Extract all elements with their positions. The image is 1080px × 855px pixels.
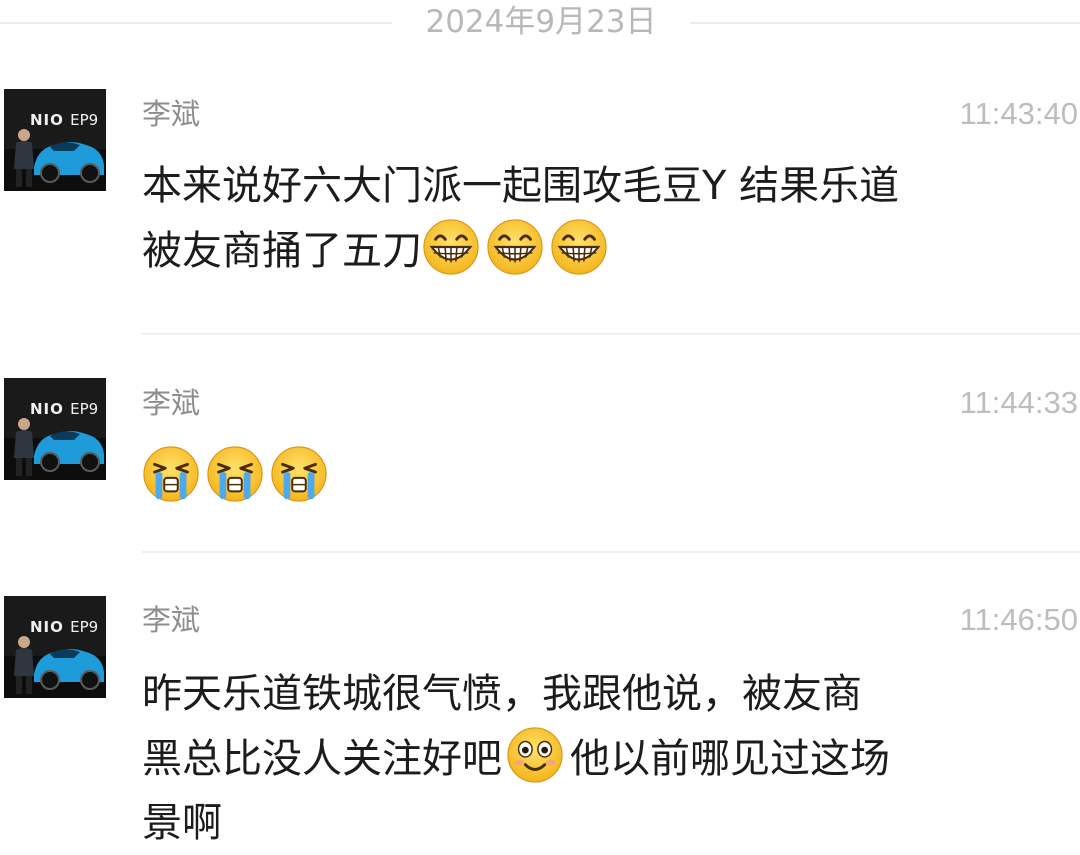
avatar-brand: NIO EP9 — [30, 400, 99, 418]
sender-name: 李斌 — [142, 603, 201, 637]
message-text: 昨天乐道铁城很气愤，我跟他说，被友商 黑总比没人关注好吧 他以前哪见过这场 景啊 — [142, 662, 1080, 855]
message-text — [142, 445, 1080, 510]
message-line: 昨天乐道铁城很气愤，我跟他说，被友商 — [142, 671, 862, 717]
date-label: 2024年9月23日 — [425, 4, 657, 40]
divider-line-left — [0, 22, 392, 24]
message-text: 本来说好六大门派一起围攻毛豆Y 结果乐道 被友商捅了五刀 — [142, 154, 1080, 283]
avatar-image — [4, 378, 106, 480]
message-line: 被友商捅了五刀 — [142, 218, 1080, 283]
grin-icon — [550, 218, 608, 276]
divider-line-right — [690, 22, 1080, 24]
avatar[interactable]: NIO EP9 — [4, 89, 106, 191]
message-line: 黑总比没人关注好吧 他以前哪见过这场 — [142, 726, 1080, 791]
sender-name: 李斌 — [142, 386, 201, 420]
sender-name: 李斌 — [142, 97, 201, 131]
message-line: 景啊 — [142, 800, 222, 846]
message-timestamp: 11:46:50 — [959, 602, 1078, 637]
avatar-brand: NIO EP9 — [30, 111, 99, 129]
avatar-image — [4, 89, 106, 191]
crying-icon — [270, 445, 328, 503]
avatar-image — [4, 596, 106, 698]
message-timestamp: 11:43:40 — [959, 96, 1078, 131]
message-separator — [142, 333, 1080, 335]
crying-icon — [206, 445, 264, 503]
message-separator — [142, 551, 1080, 553]
avatar[interactable]: NIO EP9 — [4, 378, 106, 480]
grin-icon — [422, 218, 480, 276]
smile-icon — [506, 726, 564, 784]
message-line: 本来说好六大门派一起围攻毛豆Y 结果乐道 — [142, 163, 900, 209]
crying-icon — [142, 445, 200, 503]
avatar[interactable]: NIO EP9 — [4, 596, 106, 698]
message-timestamp: 11:44:33 — [959, 385, 1078, 420]
grin-icon — [486, 218, 544, 276]
avatar-brand: NIO EP9 — [30, 618, 99, 636]
date-divider: 2024年9月23日 — [0, 0, 1080, 44]
